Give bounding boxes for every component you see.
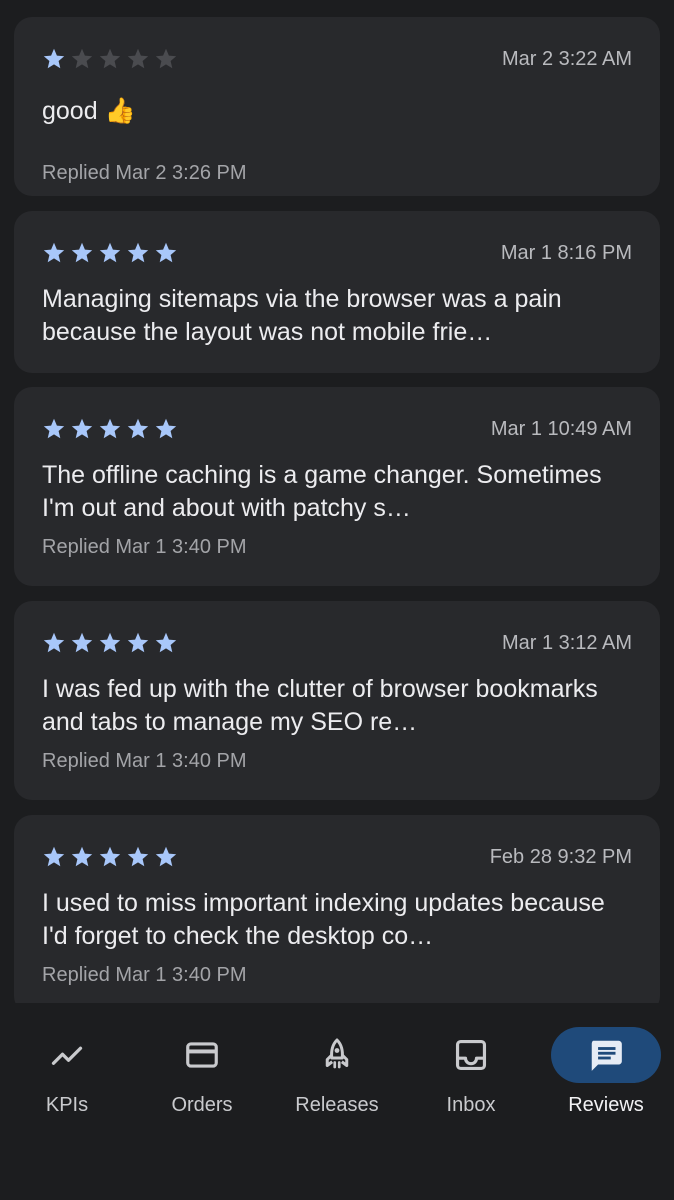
review-text: I was fed up with the clutter of browser… xyxy=(42,675,598,736)
nav-label: Reviews xyxy=(568,1094,644,1116)
review-date: Mar 2 3:22 AM xyxy=(501,48,632,70)
review-date: Mar 1 3:12 AM xyxy=(501,632,632,654)
rocket-icon xyxy=(325,1038,349,1069)
star-rating xyxy=(42,417,178,441)
nav-pill xyxy=(147,1027,257,1083)
nav-item-reviews[interactable]: Reviews xyxy=(539,1027,673,1127)
review-date: Mar 1 8:16 PM xyxy=(500,242,632,264)
review-text: Managing sitemaps via the browser was a … xyxy=(42,285,562,346)
trending-line-icon xyxy=(51,1046,83,1065)
replied-status: Replied Mar 1 3:40 PM xyxy=(42,750,247,772)
review-date: Mar 1 10:49 AM xyxy=(490,418,632,440)
star-filled-icon xyxy=(155,632,177,653)
star-filled-icon xyxy=(99,632,121,653)
star-filled-icon xyxy=(43,48,65,69)
star-rating xyxy=(42,241,178,265)
nav-pill xyxy=(12,1027,122,1083)
review-date: Feb 28 9:32 PM xyxy=(489,846,632,868)
nav-pill xyxy=(282,1027,392,1083)
star-rating xyxy=(42,845,178,869)
star-rating xyxy=(42,631,178,655)
star-filled-icon xyxy=(43,632,65,653)
star-filled-icon xyxy=(99,846,121,867)
star-filled-icon xyxy=(43,846,65,867)
nav-label: Inbox xyxy=(446,1094,496,1116)
star-filled-icon xyxy=(99,418,121,439)
nav-label: Releases xyxy=(295,1094,379,1116)
review-text: The offline caching is a game changer. S… xyxy=(42,461,602,522)
bottom-navigation: KPIs Orders Releases Inbox Reviews xyxy=(0,1003,674,1200)
credit-card-icon xyxy=(186,1042,218,1068)
nav-item-kpis[interactable]: KPIs xyxy=(0,1027,134,1127)
star-filled-icon xyxy=(155,846,177,867)
review-card[interactable]: Mar 1 8:16 PM Managing sitemaps via the … xyxy=(14,211,660,373)
replied-status: Replied Mar 2 3:26 PM xyxy=(42,162,247,184)
star-filled-icon xyxy=(43,242,65,263)
star-empty-icon xyxy=(99,48,121,69)
nav-label: KPIs xyxy=(45,1094,89,1116)
review-card[interactable]: Mar 1 3:12 AM I was fed up with the clut… xyxy=(14,601,660,800)
star-filled-icon xyxy=(71,242,93,263)
nav-pill xyxy=(416,1027,526,1083)
star-filled-icon xyxy=(99,242,121,263)
star-filled-icon xyxy=(71,846,93,867)
inbox-tray-icon xyxy=(455,1039,487,1071)
replied-status: Replied Mar 1 3:40 PM xyxy=(42,964,247,986)
review-card[interactable]: Mar 2 3:22 AM good 👍 Replied Mar 2 3:26 … xyxy=(14,17,660,196)
star-filled-icon xyxy=(71,632,93,653)
replied-status: Replied Mar 1 3:40 PM xyxy=(42,536,247,558)
star-filled-icon xyxy=(43,418,65,439)
star-empty-icon xyxy=(71,48,93,69)
star-rating xyxy=(42,47,178,71)
nav-pill-active xyxy=(551,1027,661,1083)
review-text: I used to miss important indexing update… xyxy=(42,889,605,950)
star-filled-icon xyxy=(127,242,149,263)
star-empty-icon xyxy=(155,48,177,69)
nav-item-inbox[interactable]: Inbox xyxy=(404,1027,538,1127)
chat-bubble-icon xyxy=(591,1040,622,1071)
review-card[interactable]: Feb 28 9:32 PM I used to miss important … xyxy=(14,815,660,1003)
nav-item-orders[interactable]: Orders xyxy=(135,1027,269,1127)
review-card[interactable]: Mar 1 10:49 AM The offline caching is a … xyxy=(14,387,660,586)
reviews-list[interactable]: Mar 2 3:22 AM good 👍 Replied Mar 2 3:26 … xyxy=(0,0,674,1003)
star-filled-icon xyxy=(127,632,149,653)
star-filled-icon xyxy=(155,418,177,439)
review-text: good 👍 xyxy=(42,97,136,125)
star-empty-icon xyxy=(127,48,149,69)
star-filled-icon xyxy=(155,242,177,263)
star-filled-icon xyxy=(71,418,93,439)
star-filled-icon xyxy=(127,418,149,439)
nav-label: Orders xyxy=(171,1094,233,1116)
nav-item-releases[interactable]: Releases xyxy=(270,1027,404,1127)
star-filled-icon xyxy=(127,846,149,867)
